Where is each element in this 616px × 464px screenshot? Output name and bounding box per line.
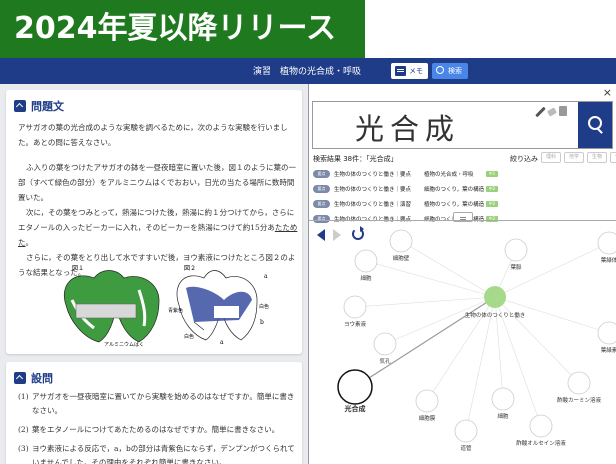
problem-pane[interactable]: 問題文 アサガオの葉の光合成のような実験を調べるために，次のような実験を行いまし…	[0, 84, 308, 464]
node-label: 気孔	[379, 357, 391, 365]
filter-chips: 理科 地学 生物 化学	[541, 152, 616, 163]
node-label: 酢酸オルセイン溶液	[516, 439, 566, 447]
handwriting-search-button[interactable]	[578, 102, 612, 148]
question-item: (3) ヨウ素液による反応で，a，bの部分は青紫色にならず，デンプンがつくられて…	[18, 442, 300, 464]
filter-label: 絞り込み	[510, 155, 538, 163]
fig2-label: 図２	[184, 265, 196, 272]
node-label: ヨウ素液	[344, 320, 367, 328]
node-label: 細胞膜	[419, 414, 436, 422]
concept-graph[interactable]: 生物の体のつくりと働き 細胞壁 細胞 葉脈 葉緑体 ヨウ素液 気孔 細胞膜 細胞…	[309, 221, 616, 464]
result-tag: 中2	[486, 185, 498, 192]
result-detail: 植物のつくり，葉の構造	[424, 201, 485, 208]
question-list: (1) アサガオを一昼夜暗室に置いてから実験を始めるのはなぜですか。簡単に書きな…	[18, 390, 300, 464]
fig1-label: 図１	[72, 265, 84, 272]
white-label-1: 白色	[259, 303, 269, 310]
question-text: ヨウ素液による反応で，a，bの部分は青紫色にならず，デンプンがつくられていません…	[32, 444, 295, 464]
back-arrow-icon[interactable]	[317, 229, 325, 241]
label-a-2: a	[220, 339, 224, 346]
search-label: 検索	[448, 67, 462, 75]
questions-heading: 設問	[31, 372, 53, 385]
memo-label: メモ	[409, 67, 423, 75]
result-kind: 要点	[313, 169, 330, 178]
question-number: (2)	[18, 425, 29, 434]
graph-selected-node[interactable]	[337, 369, 373, 405]
filter-chip[interactable]: 地学	[564, 152, 584, 163]
leaf-figures: 図１ アルミニウムはく 図２ 青紫色 白色 白色 a b a	[64, 265, 269, 348]
node-label-center: 生物の体のつくりと働き	[465, 311, 526, 319]
search-panel: × 光合成 検索結果 38件：「光合成」 絞り込み 理科 地学 生物 化学 要点…	[308, 84, 616, 464]
questions-header[interactable]: 設問	[14, 370, 53, 386]
filter-chip[interactable]: 生物	[587, 152, 607, 163]
graph-canvas: 生物の体のつくりと働き 細胞壁 細胞 葉脈 葉緑体 ヨウ素液 気孔 細胞膜 細胞…	[337, 229, 616, 452]
handwriting-text: 光合成	[355, 112, 461, 146]
search-button[interactable]: 検索	[432, 63, 468, 79]
top-bar: 演習 植物の光合成・呼吸 メモ 検索	[0, 58, 616, 84]
result-tag: 中1	[486, 170, 498, 177]
node-label: 道管	[460, 444, 472, 452]
label-a-1: a	[264, 273, 268, 280]
eraser-icon[interactable]	[547, 107, 557, 117]
close-icon[interactable]: ×	[603, 86, 612, 99]
result-kind: 要点	[313, 199, 330, 208]
problem-card: 問題文 アサガオの葉の光合成のような実験を調べるために，次のような実験を行いまし…	[6, 90, 302, 354]
node-label: 葉緑素	[601, 346, 616, 354]
question-text: 葉をエタノールにつけてあたためるのはなぜですか。簡単に書きなさい。	[32, 425, 280, 434]
result-row[interactable]: 要点 生物の体のつくりと働き｜要点 植物の光合成・呼吸 中1	[313, 166, 609, 181]
problem-heading: 問題文	[31, 100, 64, 113]
problem-header[interactable]: 問題文	[14, 98, 64, 114]
questions-card: 設問 (1) アサガオを一昼夜暗室に置いてから実験を始めるのはなぜですか。簡単に…	[6, 362, 302, 464]
result-count: 検索結果 38件：「光合成」	[313, 155, 398, 163]
purple-label: 青紫色	[168, 307, 183, 314]
node-label-selected: 光合成	[344, 404, 366, 413]
filter-chip[interactable]: 化学	[610, 152, 616, 163]
node-label: 細胞壁	[393, 254, 410, 262]
question-number: (3)	[18, 444, 29, 453]
question-item: (2) 葉をエタノールにつけてあたためるのはなぜですか。簡単に書きなさい。	[18, 423, 300, 437]
p2-text-c: 。	[25, 238, 34, 247]
result-row[interactable]: 要点 生物の体のつくりと働き｜要点 細胞のつくり，葉の構造 中2	[313, 181, 609, 196]
result-name: 生物の体のつくりと働き｜要点	[334, 186, 412, 193]
p2-text-a: 次に，その葉をつみとって，熱湯につけた後，熱湯に約１分つけてから，さらにエタノー…	[18, 208, 295, 232]
handwriting-input[interactable]: 光合成	[312, 101, 613, 149]
problem-paragraph-2: 次に，その葉をつみとって，熱湯につけた後，熱湯に約１分つけてから，さらにエタノー…	[18, 205, 300, 250]
result-detail: 植物の光合成・呼吸	[424, 171, 474, 178]
node-label: 細胞	[360, 274, 372, 282]
result-detail: 細胞のつくり，葉の構造	[424, 186, 485, 193]
result-row[interactable]: 要点 生物の体のつくりと働き｜演習 植物のつくり，葉の構造 中2	[313, 196, 609, 211]
memo-icon	[395, 66, 406, 76]
figure-1: 図１ アルミニウムはく	[64, 265, 160, 348]
trash-icon[interactable]	[559, 106, 567, 116]
white-label-2: 白色	[184, 333, 194, 340]
node-label: 酢酸カーミン溶液	[557, 396, 602, 404]
handwriting-tools	[535, 106, 567, 118]
label-b: b	[260, 319, 264, 326]
forward-arrow-icon[interactable]	[333, 229, 341, 241]
chevron-up-icon[interactable]	[14, 100, 26, 112]
memo-button[interactable]: メモ	[391, 63, 428, 79]
figure-2: 図２ 青紫色 白色 白色 a b a	[168, 265, 269, 346]
result-name: 生物の体のつくりと働き｜演習	[334, 201, 412, 208]
node-label: 葉脈	[510, 263, 522, 271]
pen-icon[interactable]	[535, 106, 546, 118]
graph-center-node[interactable]	[484, 286, 506, 308]
problem-paragraph-1: ふ入りの葉をつけたアサガオの鉢を一昼夜暗室に置いた後，図１のように葉の一部（すべ…	[18, 163, 296, 202]
chevron-up-icon[interactable]	[14, 372, 26, 384]
node-label: 葉緑体	[601, 256, 616, 264]
result-tag: 中2	[486, 200, 498, 207]
filter-chip[interactable]: 理科	[541, 152, 561, 163]
release-banner: 2024年夏以降リリース	[0, 0, 365, 58]
page-title: 演習 植物の光合成・呼吸	[253, 67, 362, 77]
question-text: アサガオを一昼夜暗室に置いてから実験を始めるのはなぜですか。簡単に書きなさい。	[32, 392, 295, 415]
search-icon	[436, 66, 444, 74]
node-label: 細胞	[497, 412, 509, 420]
problem-intro: アサガオの葉の光合成のような実験を調べるために，次のような実験を行いました。あと…	[18, 123, 288, 147]
foil-label: アルミニウムはく	[104, 341, 144, 348]
reload-icon[interactable]	[352, 226, 364, 240]
question-item: (1) アサガオを一昼夜暗室に置いてから実験を始めるのはなぜですか。簡単に書きな…	[18, 390, 300, 418]
question-number: (1)	[18, 392, 29, 401]
result-name: 生物の体のつくりと働き｜要点	[334, 171, 412, 178]
result-kind: 要点	[313, 184, 330, 193]
